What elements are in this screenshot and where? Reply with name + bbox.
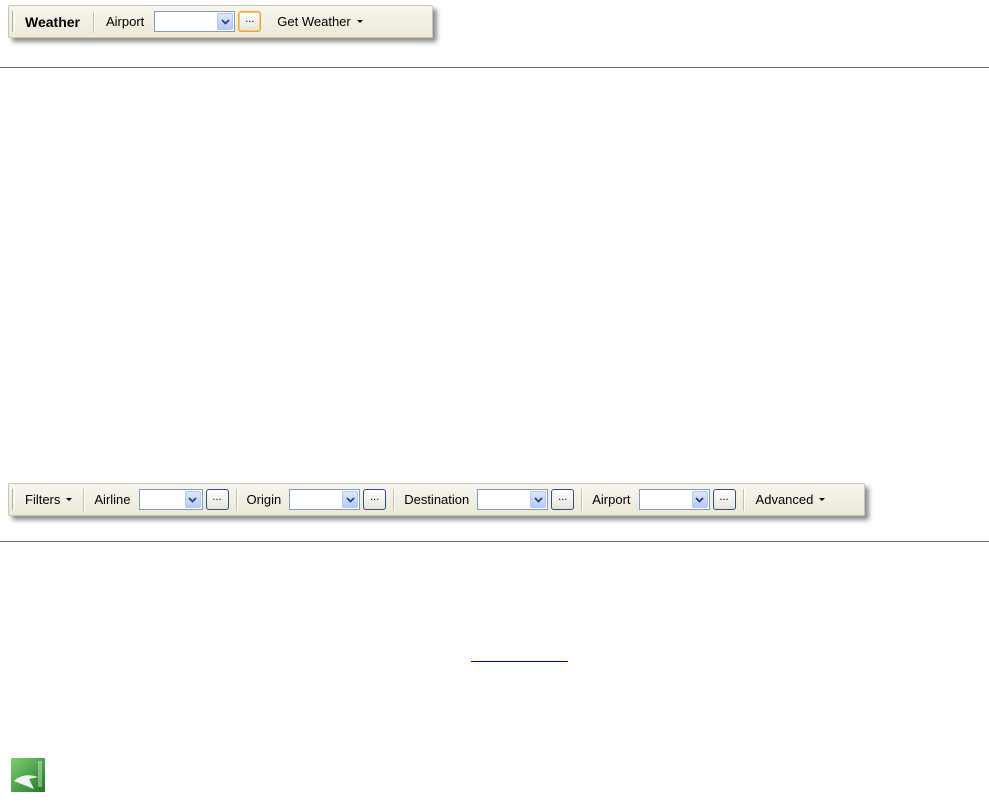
filters-toolbar: Filters Airline ... Origin ... Destinati…	[8, 483, 865, 516]
toolbar-separator	[742, 488, 745, 511]
destination-browse-button[interactable]: ...	[551, 489, 575, 510]
airline-combo-button[interactable]	[184, 491, 201, 508]
origin-label: Origin	[246, 492, 282, 507]
app-logo-icon	[11, 758, 45, 792]
toolbar-grip[interactable]	[12, 11, 15, 32]
advanced-label: Advanced	[755, 492, 814, 507]
weather-toolbar: Weather Airport ... Get Weather	[8, 5, 433, 38]
destination-combo[interactable]	[477, 489, 549, 510]
underlined-link[interactable]	[471, 661, 568, 662]
chevron-down-icon	[346, 496, 355, 503]
divider-top	[0, 67, 989, 68]
airport-combo-button[interactable]	[217, 13, 234, 30]
page: Weather Airport ... Get Weather Filters …	[0, 0, 989, 806]
weather-title: Weather	[25, 13, 80, 30]
destination-label: Destination	[404, 492, 470, 507]
airline-combo[interactable]	[138, 489, 203, 510]
divider-bottom	[0, 541, 989, 542]
airport-label: Airport	[105, 14, 145, 29]
airport-combo-button[interactable]	[691, 491, 708, 508]
chevron-down-icon	[221, 18, 230, 25]
airline-label: Airline	[94, 492, 131, 507]
toolbar-separator	[235, 488, 238, 511]
toolbar-separator	[393, 488, 396, 511]
caret-down-icon	[819, 498, 826, 501]
chevron-down-icon	[534, 496, 543, 503]
airline-browse-button[interactable]: ...	[205, 489, 229, 510]
advanced-dropdown[interactable]: Advanced	[752, 492, 830, 507]
toolbar-grip[interactable]	[12, 489, 15, 510]
toolbar-separator	[92, 10, 95, 33]
caret-down-icon	[66, 498, 73, 501]
chevron-down-icon	[695, 496, 704, 503]
airport-combo[interactable]	[154, 11, 236, 32]
filters-label: Filters	[25, 492, 61, 507]
origin-combo-button[interactable]	[342, 491, 359, 508]
origin-browse-button[interactable]: ...	[363, 489, 387, 510]
chevron-down-icon	[188, 496, 197, 503]
toolbar-separator	[83, 488, 86, 511]
airport-combo[interactable]	[638, 489, 710, 510]
airport-browse-button[interactable]: ...	[712, 489, 736, 510]
toolbar-separator	[581, 488, 584, 511]
get-weather-label: Get Weather	[277, 14, 351, 29]
airport-browse-button[interactable]: ...	[238, 11, 262, 32]
origin-combo[interactable]	[289, 489, 361, 510]
get-weather-dropdown[interactable]: Get Weather	[273, 14, 366, 29]
caret-down-icon	[356, 20, 363, 23]
destination-combo-button[interactable]	[530, 491, 547, 508]
filters-dropdown[interactable]: Filters	[21, 492, 76, 507]
airport-label: Airport	[592, 492, 631, 507]
